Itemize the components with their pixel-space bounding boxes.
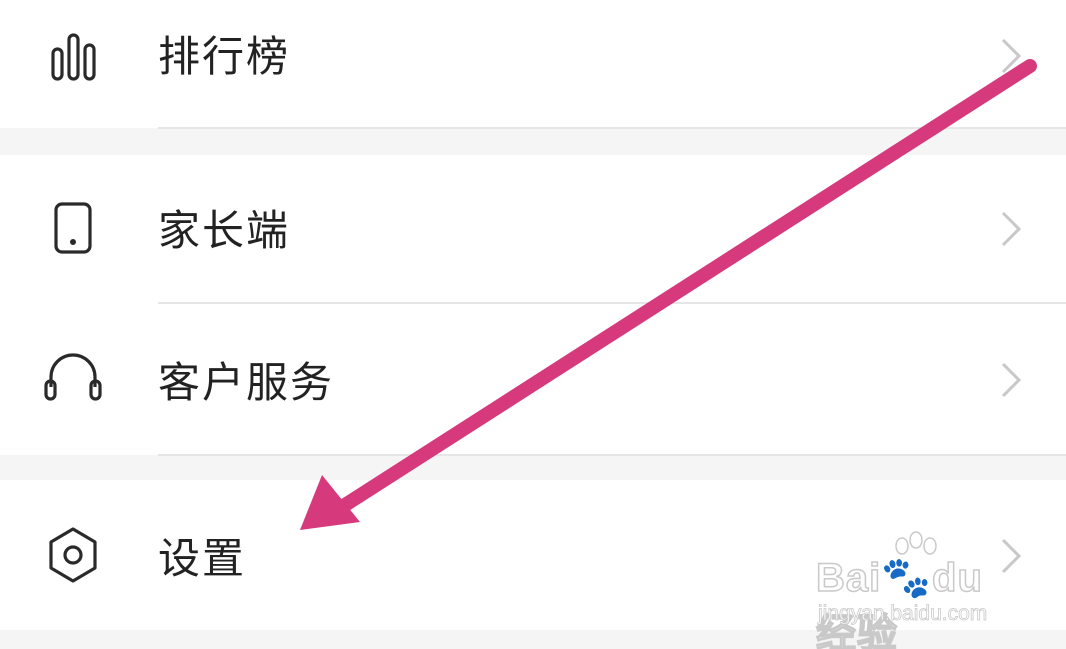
menu-item-label: 家长端: [158, 206, 291, 255]
headset-icon: [38, 344, 108, 414]
menu-item-leaderboard[interactable]: 排行榜: [0, 0, 1066, 128]
chevron-right-icon: [1001, 38, 1022, 74]
menu-item-label: 设置: [158, 534, 247, 583]
bar-chart-icon: [38, 22, 108, 92]
divider: [158, 127, 1066, 129]
tablet-icon: [38, 195, 108, 265]
divider: [158, 454, 1066, 456]
screen: 排行榜 家长端 客户服务 设置 Bai🐾du经验 jingyan.baidu.c…: [0, 0, 1066, 649]
chevron-right-icon: [1001, 211, 1022, 247]
chevron-right-icon: [1001, 362, 1022, 398]
watermark-url: jingyan.baidu.com: [818, 602, 988, 626]
settings-hexagon-icon: [38, 520, 108, 590]
menu-item-label: 客户服务: [158, 358, 335, 407]
menu-group-1: 排行榜: [0, 0, 1066, 128]
menu-item-customer-service[interactable]: 客户服务: [0, 304, 1066, 454]
menu-item-parent-side[interactable]: 家长端: [0, 155, 1066, 303]
baidu-jingyan-watermark: Bai🐾du经验 jingyan.baidu.com: [815, 530, 1016, 649]
menu-item-label: 排行榜: [158, 32, 291, 81]
